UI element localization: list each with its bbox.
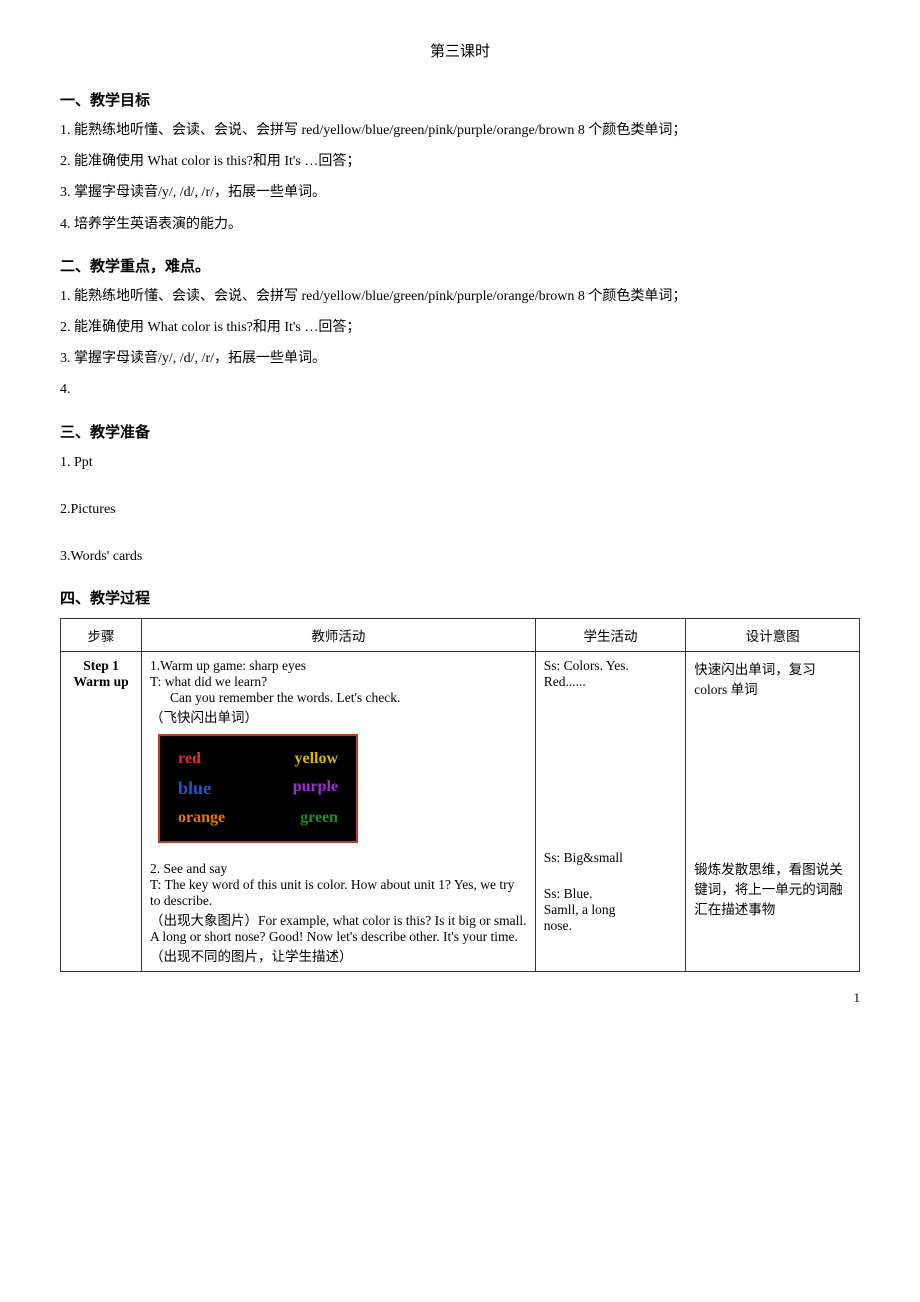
section3-item1: 1. Ppt [60, 450, 860, 475]
section-key-points: 二、教学重点，难点。 1. 能熟练地听懂、会读、会说、会拼写 red/yello… [60, 255, 860, 403]
teacher-line3: Can you remember the words. Let's check. [150, 690, 527, 706]
teacher-line6: T: The key word of this unit is color. H… [150, 877, 527, 909]
student-line6: nose. [544, 918, 678, 934]
page-title: 第三课时 [60, 40, 860, 61]
student-spacer [544, 690, 678, 850]
table-cell-teacher: 1.Warm up game: sharp eyes T: what did w… [142, 652, 536, 972]
section1-item1: 1. 能熟练地听懂、会读、会说、会拼写 red/yellow/blue/gree… [60, 118, 860, 143]
color-row-1: red yellow [178, 750, 338, 768]
word-green: green [300, 809, 338, 827]
teacher-line2: T: what did we learn? [150, 674, 527, 690]
section1-item3: 3. 掌握字母读音/y/, /d/, /r/，拓展一些单词。 [60, 180, 860, 205]
section2-item1: 1. 能熟练地听懂、会读、会说、会拼写 red/yellow/blue/gree… [60, 284, 860, 309]
section2-item4: 4. [60, 377, 860, 402]
table-cell-design: 快速闪出单词，复习 colors 单词 锻炼发散思维，看图说关键词，将上一单元的… [686, 652, 860, 972]
table-cell-step: Step 1 Warm up [61, 652, 142, 972]
teacher-line5: 2. See and say [150, 861, 527, 877]
student-line5: Samll, a long [544, 902, 678, 918]
page-number: 1 [60, 990, 860, 1006]
table-header-student: 学生活动 [535, 619, 686, 652]
section-preparation: 三、教学准备 1. Ppt 2.Pictures 3.Words' cards [60, 421, 860, 570]
teacher-line7: （出现大象图片）For example, what color is this?… [150, 909, 527, 965]
color-word-box: red yellow blue purple orange green [158, 734, 358, 843]
section3-item3: 3.Words' cards [60, 544, 860, 569]
step-label-1: Step 1 [69, 658, 133, 674]
table-header-step: 步骤 [61, 619, 142, 652]
word-blue: blue [178, 778, 211, 799]
section2-item2: 2. 能准确使用 What color is this?和用 It's …回答； [60, 315, 860, 340]
table-header-teacher: 教师活动 [142, 619, 536, 652]
section1-item4: 4. 培养学生英语表演的能力。 [60, 212, 860, 237]
section2-item3: 3. 掌握字母读音/y/, /d/, /r/，拓展一些单词。 [60, 346, 860, 371]
teaching-table: 步骤 教师活动 学生活动 设计意图 Step 1 Warm up 1.Warm … [60, 618, 860, 972]
section-process: 四、教学过程 步骤 教师活动 学生活动 设计意图 Step 1 Warm up … [60, 587, 860, 972]
table-cell-student: Ss: Colors. Yes. Red...... Ss: Big&small… [535, 652, 686, 972]
student-line4: Ss: Blue. [544, 886, 678, 902]
design-line1: 快速闪出单词，复习 colors 单词 [694, 658, 851, 698]
student-line3: Ss: Big&small [544, 850, 678, 866]
teacher-line1: 1.Warm up game: sharp eyes [150, 658, 527, 674]
section3-item2: 2.Pictures [60, 497, 860, 522]
teacher-line4: （飞快闪出单词） [150, 706, 527, 726]
color-row-2: blue purple [178, 778, 338, 799]
student-line1: Ss: Colors. Yes. [544, 658, 678, 674]
student-spacer2 [544, 866, 678, 886]
word-yellow: yellow [295, 750, 339, 768]
section2-heading: 二、教学重点，难点。 [60, 255, 860, 276]
section-objectives: 一、教学目标 1. 能熟练地听懂、会读、会说、会拼写 red/yellow/bl… [60, 89, 860, 237]
design-line2: 锻炼发散思维，看图说关键词，将上一单元的词融汇在描述事物 [694, 858, 851, 918]
step-label-warmup: Warm up [69, 674, 133, 690]
section4-heading: 四、教学过程 [60, 587, 860, 608]
section1-item2: 2. 能准确使用 What color is this?和用 It's …回答； [60, 149, 860, 174]
student-line2: Red...... [544, 674, 678, 690]
word-red: red [178, 750, 201, 768]
section3-heading: 三、教学准备 [60, 421, 860, 442]
table-row: Step 1 Warm up 1.Warm up game: sharp eye… [61, 652, 860, 972]
color-row-3: orange green [178, 809, 338, 827]
word-orange: orange [178, 809, 225, 827]
section1-heading: 一、教学目标 [60, 89, 860, 110]
table-header-design: 设计意图 [686, 619, 860, 652]
word-purple: purple [293, 778, 338, 799]
design-spacer [694, 698, 851, 858]
